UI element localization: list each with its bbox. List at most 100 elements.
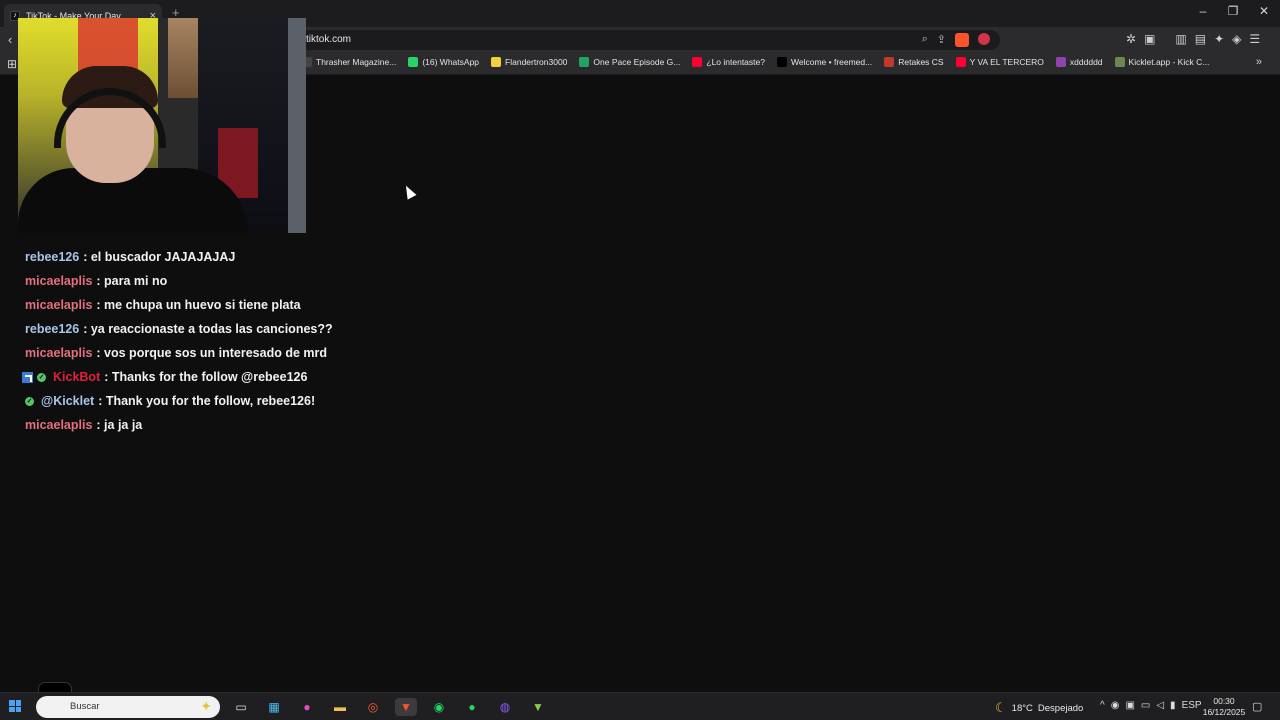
chat-message: rebee126 : el buscador JAJAJAJAJ (25, 245, 525, 269)
whatsapp-icon (408, 57, 419, 67)
browser-window: ♪ TikTok - Make Your Day × + – ❐ ✕ ‹ tik… (0, 0, 1280, 692)
bookmark-label: Thrasher Magazine... (316, 57, 397, 67)
zoom-icon[interactable]: ⌕ (922, 33, 928, 47)
retakes-icon (884, 57, 895, 67)
whatsapp-taskbar-icon[interactable]: ◉ (428, 698, 450, 716)
minimize-button[interactable]: – (1188, 4, 1218, 18)
vpn-icon[interactable]: ◈ (1232, 32, 1241, 46)
copilot-sparkle-icon: ✦ (200, 698, 212, 714)
vtuber-app-icon[interactable]: ▼ (527, 698, 549, 716)
taskbar-search-text: Buscar (70, 701, 100, 712)
bookmark-item[interactable]: One Pace Episode G... (579, 57, 680, 67)
bookmark-item[interactable]: Thrasher Magazine... (302, 57, 396, 67)
chat-text: : vos porque sos un interesado de mrd (96, 345, 328, 360)
menu-icon[interactable]: ☰ (1249, 32, 1260, 46)
volume-icon[interactable]: ◁ (1156, 700, 1164, 711)
bookmark-item[interactable]: Flandertron3000 (491, 57, 567, 67)
flander-icon (491, 57, 502, 67)
windows-start-icon[interactable] (9, 700, 21, 712)
chat-text: : ya reaccionaste a todas las canciones?… (83, 321, 333, 336)
counter-strike-icon[interactable]: ◎ (362, 698, 384, 716)
clock-date: 16/12/2025 (1202, 707, 1246, 717)
app-pink-icon[interactable]: ● (296, 698, 318, 716)
wallet-icon[interactable]: ▣ (1144, 32, 1155, 46)
chat-text: : el buscador JAJAJAJAJ (83, 249, 236, 264)
notification-icon[interactable]: ▢ (1252, 700, 1262, 713)
bookmark-label: Kicklet.app - Kick C... (1128, 57, 1210, 67)
windows-taskbar: Buscar ✦ ▭ ▦ ● ▬ ◎ ▼ ◉ ● ◍ ▼ ☾ 18°C Desp… (0, 692, 1280, 720)
chat-username[interactable]: micaelaplis (25, 272, 92, 291)
twitch-icon (1055, 57, 1066, 67)
bookmark-label: Y VA EL TERCERO (969, 57, 1044, 67)
bookmark-item[interactable]: Retakes CS (884, 57, 944, 67)
mouse-cursor-icon (401, 183, 417, 200)
store-icon[interactable]: ▦ (263, 698, 285, 716)
youtube-icon (692, 57, 703, 67)
chat-message: micaelaplis : ja ja ja (25, 413, 525, 437)
chat-username[interactable]: @Kicklet (41, 392, 94, 411)
chat-username[interactable]: micaelaplis (25, 416, 92, 435)
chat-text: : ja ja ja (96, 417, 143, 432)
close-window-button[interactable]: ✕ (1249, 4, 1279, 18)
chat-username[interactable]: rebee126 (25, 248, 79, 267)
weather-temp: 18°C (1011, 702, 1033, 714)
bookmark-item[interactable]: (16) WhatsApp (408, 57, 479, 67)
restore-button[interactable]: ❐ (1218, 4, 1248, 18)
tray-display-icon[interactable]: ▣ (1125, 700, 1134, 711)
chat-message: micaelaplis: para mi no (25, 269, 525, 293)
chat-message: micaelaplis : me chupa un huevo si tiene … (25, 293, 525, 317)
network-icon[interactable]: ▭ (1141, 700, 1150, 711)
system-tray: ^ ◉ ▣ ▭ ◁ ▮ ESP (1100, 700, 1202, 711)
clock-time: 00:30 (1213, 696, 1235, 706)
taskbar-clock[interactable]: 00:30 16/12/2025 (1202, 696, 1246, 718)
bookmark-item[interactable]: Y VA EL TERCERO (955, 57, 1044, 67)
verified-badge-icon: ✓ (25, 396, 34, 406)
bookmark-item[interactable]: Welcome • freemed... (776, 57, 873, 67)
tray-chevron-icon[interactable]: ^ (1100, 700, 1105, 711)
address-bar[interactable]: tiktok.com ⌕ ⇪ (296, 30, 1000, 50)
bookmark-label: Welcome • freemed... (790, 57, 873, 67)
bookmark-item[interactable]: ¿Lo intentaste? (692, 57, 765, 67)
spotify-icon[interactable]: ● (461, 698, 483, 716)
chat-message: micaelaplis : vos porque sos un interesad… (25, 341, 525, 365)
chat-username[interactable]: KickBot (53, 368, 100, 387)
sidebar-icon[interactable]: ▥ (1175, 32, 1186, 46)
bookmark-label: Retakes CS (898, 57, 944, 67)
brave-browser-icon[interactable]: ▼ (395, 698, 417, 716)
weather-widget[interactable]: ☾ 18°C Despejado (995, 700, 1083, 716)
language-indicator[interactable]: ESP (1182, 700, 1202, 711)
chat-overlay: rebee126 : el buscador JAJAJAJAJ micaelapl… (22, 245, 525, 437)
chat-text: : me chupa un huevo si tiene plata (96, 297, 301, 312)
bookmark-label: xdddddd (1069, 57, 1103, 67)
chat-username[interactable]: rebee126 (25, 320, 79, 339)
bookmark-label: Flandertron3000 (505, 57, 568, 67)
bookmark-item[interactable]: xdddddd (1055, 57, 1103, 67)
more-bookmarks-icon[interactable]: » (1256, 56, 1262, 68)
webcam-overlay (18, 18, 306, 233)
webcam-background-wall (288, 18, 306, 233)
sheets-icon (579, 57, 590, 67)
file-explorer-icon[interactable]: ▬ (329, 698, 351, 716)
chat-username[interactable]: micaelaplis (25, 296, 92, 315)
leo-ai-icon[interactable]: ✦ (1214, 32, 1224, 46)
task-view-icon[interactable]: ▭ (230, 698, 252, 716)
extensions-icon[interactable]: ✲ (1126, 32, 1136, 46)
chat-message: ✓ @Kicklet : Thank you for the follow, reb… (25, 389, 525, 413)
share-icon[interactable]: ⇪ (937, 33, 946, 47)
brave-rewards-icon[interactable] (978, 33, 990, 45)
brave-shields-icon[interactable] (955, 33, 969, 47)
chat-text: : Thank you for the follow, rebee126! (98, 393, 316, 408)
play-icon (776, 57, 787, 67)
discord-icon[interactable]: ◍ (494, 698, 516, 716)
tray-record-icon[interactable]: ◉ (1111, 700, 1120, 711)
taskbar-search-box[interactable]: Buscar ✦ (36, 696, 220, 718)
bookmark-label: (16) WhatsApp (422, 57, 480, 67)
apps-grid-icon[interactable]: ⊞ (7, 57, 17, 71)
back-arrow-icon[interactable]: ‹ (8, 32, 12, 47)
bookmarks-list: Thrasher Magazine... (16) WhatsApp Flander… (302, 57, 1209, 67)
bookmark-item[interactable]: Kicklet.app - Kick C... (1114, 57, 1210, 67)
moon-icon: ☾ (995, 700, 1007, 715)
chat-username[interactable]: micaelaplis (25, 344, 92, 363)
power-icon[interactable]: ▮ (1170, 700, 1176, 711)
tab-manager-icon[interactable]: ▤ (1195, 32, 1206, 46)
